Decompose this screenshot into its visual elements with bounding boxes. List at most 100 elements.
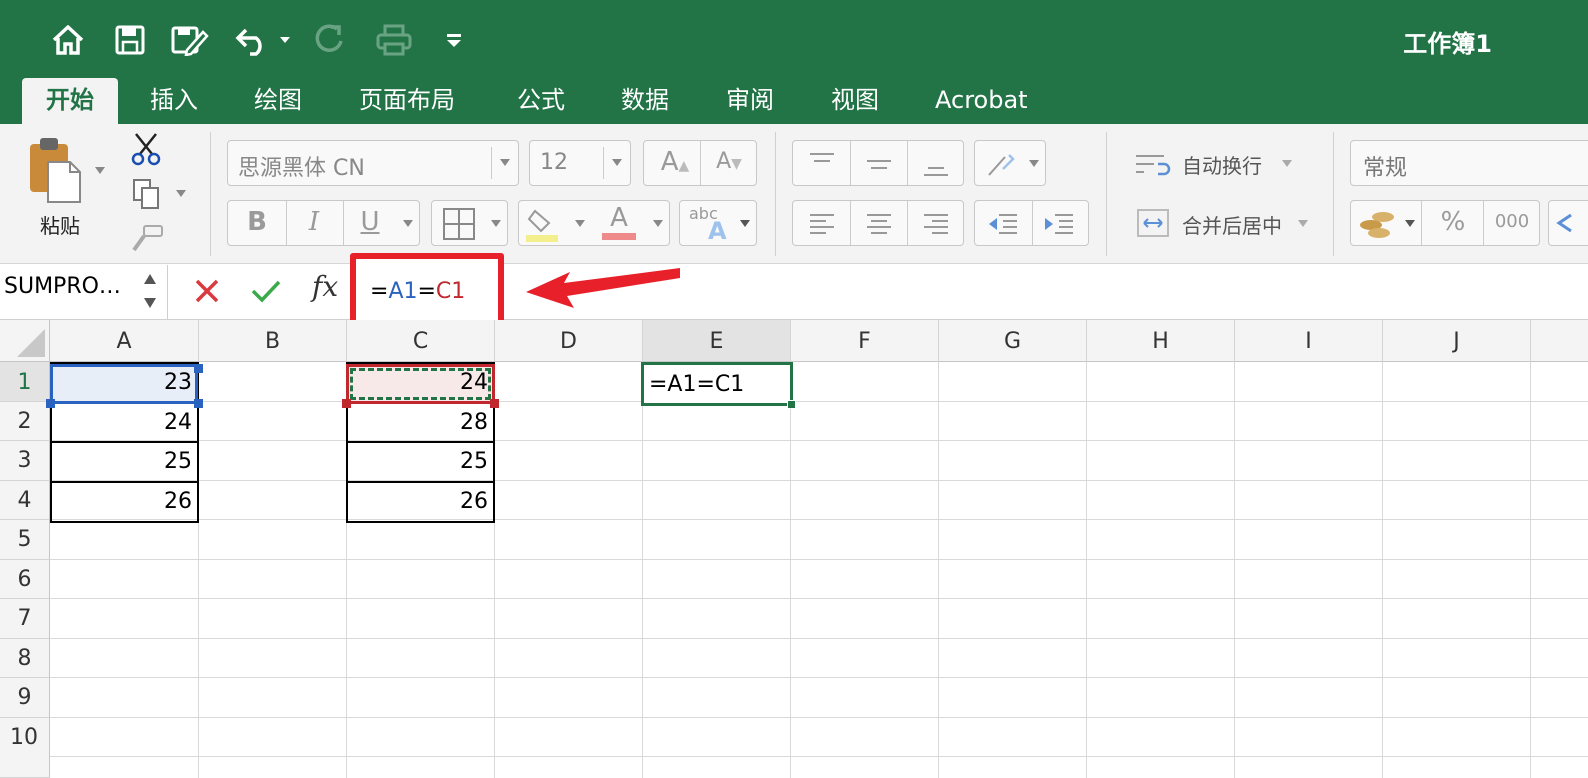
format-painter-icon[interactable] [130,224,164,258]
ref-handle[interactable] [194,399,203,408]
row-header-5[interactable]: 5 [0,520,50,560]
tab-draw[interactable]: 绘图 [252,78,304,124]
bold-button[interactable]: B [232,207,282,237]
ref-handle[interactable] [46,399,55,408]
ref-handle[interactable] [342,399,351,408]
column-header-i[interactable]: I [1235,320,1383,362]
phonetic-button[interactable]: abc A [679,200,757,246]
separator [210,132,211,256]
number-format-select[interactable]: 常规 [1350,140,1588,186]
wrap-text-button[interactable]: 自动换行 [1134,150,1304,180]
home-icon[interactable] [48,18,88,62]
borders-button[interactable] [431,200,508,246]
orientation-button[interactable] [974,140,1046,186]
insert-function-button[interactable]: fx [312,270,338,303]
tab-data[interactable]: 数据 [619,78,671,124]
gridline [50,440,1588,441]
formula-ref-c1: C1 [435,279,466,304]
tab-insert[interactable]: 插入 [148,78,200,124]
font-color-icon[interactable]: A [601,203,637,233]
row-header-2[interactable]: 2 [0,402,50,441]
print-icon[interactable] [372,18,416,62]
decrease-font-icon[interactable]: A▼ [704,149,754,174]
tab-review[interactable]: 审阅 [724,78,776,124]
decimal-button[interactable] [1548,200,1588,246]
font-size-select[interactable]: 12 [529,140,631,186]
row-header-9[interactable]: 9 [0,678,50,718]
column-header-c[interactable]: C [347,320,495,362]
thousands-button[interactable]: 000 [1485,211,1539,232]
tab-view[interactable]: 视图 [829,78,881,124]
cell-a2[interactable]: 24 [52,410,198,435]
paste-dropdown-icon[interactable] [95,167,105,174]
gridline [50,756,1588,757]
cell-a4[interactable]: 26 [52,489,198,514]
column-header-b[interactable]: B [199,320,347,362]
ref-handle[interactable] [490,399,499,408]
select-all-corner[interactable] [0,320,50,362]
formula-input[interactable]: = A1 = C1 [370,279,465,304]
name-box[interactable]: SUMPRO… [0,265,168,320]
column-header-a[interactable]: A [50,320,199,362]
row-header-3[interactable]: 3 [0,441,50,481]
copy-dropdown-icon[interactable] [176,190,186,197]
tab-formulas[interactable]: 公式 [515,78,567,124]
align-top-icon[interactable] [808,151,836,177]
increase-indent-icon[interactable] [1043,211,1075,237]
cell-c1[interactable]: 24 [348,370,494,395]
column-header-f[interactable]: F [791,320,939,362]
align-bottom-icon[interactable] [922,151,950,177]
merge-center-button[interactable]: 合并后居中 [1134,208,1314,238]
cell-c2[interactable]: 28 [348,410,494,435]
row-header-1[interactable]: 1 [0,362,50,402]
cell-c4[interactable]: 26 [348,489,494,514]
worksheet-grid[interactable]: A B C D E F G H I J 1 2 3 4 5 6 7 8 9 10 [0,320,1588,778]
column-header-d[interactable]: D [495,320,643,362]
merge-center-label: 合并后居中 [1182,214,1282,238]
row-header-8[interactable]: 8 [0,639,50,678]
undo-icon[interactable] [232,18,292,62]
tab-page-layout[interactable]: 页面布局 [357,78,457,124]
fill-color-icon[interactable] [525,205,559,243]
row-header-6[interactable]: 6 [0,560,50,599]
align-middle-icon[interactable] [865,151,893,177]
formula-bar [0,265,1588,320]
name-box-stepper-icon[interactable] [143,271,157,311]
copy-icon[interactable] [132,178,162,214]
row-header-7[interactable]: 7 [0,599,50,639]
font-name-select[interactable]: 思源黑体 CN [227,140,519,186]
cut-icon[interactable] [130,132,162,170]
align-right-icon[interactable] [922,211,950,237]
underline-button[interactable]: U [344,207,396,237]
tab-acrobat[interactable]: Acrobat [933,78,1030,124]
accounting-icon[interactable] [1357,207,1397,241]
column-header-j[interactable]: J [1383,320,1531,362]
column-header-h[interactable]: H [1087,320,1235,362]
column-header-g[interactable]: G [939,320,1087,362]
cell-c3[interactable]: 25 [348,449,494,474]
active-cell-e1[interactable]: =A1=C1 [641,362,793,406]
row-header-4[interactable]: 4 [0,481,50,520]
wrap-text-icon [1136,155,1171,176]
align-center-icon[interactable] [865,211,893,237]
border-line [346,481,495,483]
cell-a1[interactable]: 23 [52,370,198,395]
column-header-e[interactable]: E [643,320,791,362]
increase-font-icon[interactable]: A▲ [650,147,700,177]
save-icon[interactable] [110,18,150,62]
cancel-icon[interactable] [194,278,220,304]
redo-icon[interactable] [310,18,350,62]
enter-icon[interactable] [250,278,282,304]
gridline [1382,362,1383,778]
paste-button[interactable] [26,136,86,208]
row-header-10[interactable]: 10 [0,718,50,778]
cell-a3[interactable]: 25 [52,449,198,474]
customize-icon[interactable] [440,18,468,62]
tab-home[interactable]: 开始 [22,78,118,124]
edit-icon[interactable] [168,18,212,62]
decrease-indent-icon[interactable] [987,211,1019,237]
fill-handle[interactable] [787,400,796,409]
align-left-icon[interactable] [808,211,836,237]
italic-button[interactable]: I [288,207,340,237]
percent-button[interactable]: % [1427,207,1479,237]
